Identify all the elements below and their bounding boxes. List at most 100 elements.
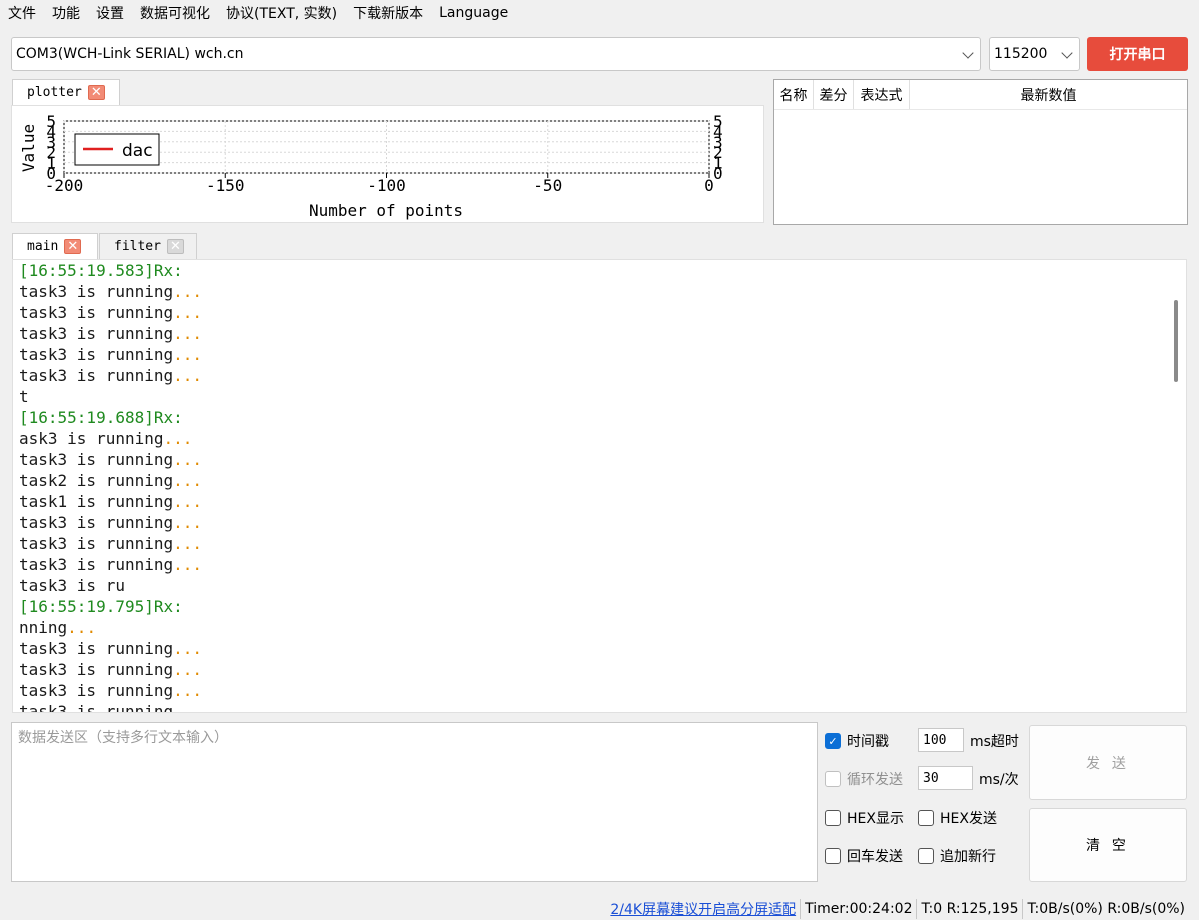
log-ellipsis: ... — [173, 450, 203, 469]
log-line: task3 is running... — [19, 638, 202, 659]
timeout-unit: ms超时 — [970, 734, 1019, 750]
log-ellipsis: ... — [173, 555, 203, 574]
menu-protocol[interactable]: 协议(TEXT, 实数) — [226, 3, 337, 23]
log-line: nning... — [19, 617, 202, 638]
timeout-input[interactable] — [918, 728, 964, 752]
log-line: task3 is running... — [19, 659, 202, 680]
col-latest-value[interactable]: 最新数值 — [910, 80, 1187, 109]
send-button[interactable]: 发 送 — [1029, 725, 1187, 800]
log-text: task3 is running — [19, 660, 174, 679]
port-select[interactable]: COM3(WCH-Link SERIAL) wch.cn — [11, 37, 981, 71]
crlf-send-option[interactable]: 回车发送 — [825, 846, 903, 866]
hex-show-checkbox[interactable] — [825, 810, 841, 826]
append-newline-option[interactable]: 追加新行 — [918, 846, 996, 866]
timestamp-label: 时间戳 — [847, 734, 889, 750]
crlf-send-checkbox[interactable] — [825, 848, 841, 864]
tab-plotter[interactable]: plotter ✕ — [12, 79, 120, 105]
loop-interval-input[interactable] — [918, 766, 973, 790]
open-port-button[interactable]: 打开串口 — [1087, 37, 1188, 71]
crlf-send-label: 回车发送 — [847, 849, 903, 865]
menu-language[interactable]: Language — [439, 5, 508, 21]
log-ellipsis: ... — [173, 345, 203, 364]
timestamp-checkbox[interactable]: ✓ — [825, 733, 841, 749]
log-ellipsis: ... — [173, 534, 203, 553]
log-line: task3 is running... — [19, 365, 202, 386]
log-line: task1 is running... — [19, 491, 202, 512]
variable-table[interactable]: 名称 差分 表达式 最新数值 — [773, 79, 1188, 225]
hidpi-link[interactable]: 2/4K屏幕建议开启高分屏适配 — [606, 899, 800, 919]
tab-main[interactable]: main ✕ — [12, 233, 98, 259]
col-diff[interactable]: 差分 — [814, 80, 854, 109]
rates-readout: T:0B/s(0%) R:0B/s(0%) — [1022, 898, 1189, 919]
baud-select[interactable]: 115200 — [989, 37, 1080, 71]
loop-unit: ms/次 — [979, 772, 1019, 788]
log-ellipsis: ... — [173, 513, 203, 532]
log-text: task2 is running — [19, 471, 174, 490]
log-ellipsis: ... — [173, 681, 203, 700]
log-text: task3 is running — [19, 450, 174, 469]
menu-function[interactable]: 功能 — [52, 3, 80, 23]
append-newline-label: 追加新行 — [940, 849, 996, 865]
close-icon[interactable]: ✕ — [64, 239, 82, 254]
log-ellipsis: ... — [173, 471, 203, 490]
tab-filter[interactable]: filter ✕ — [99, 233, 197, 259]
loop-send-checkbox[interactable] — [825, 771, 841, 787]
col-name[interactable]: 名称 — [774, 80, 814, 109]
log-line: task3 is running... — [19, 302, 202, 323]
log-text: task3 is running — [19, 324, 174, 343]
col-expression[interactable]: 表达式 — [854, 80, 910, 109]
log-line: task3 is running... — [19, 512, 202, 533]
timer-readout: Timer:00:24:02 — [800, 898, 916, 919]
log-text: task3 is running — [19, 303, 174, 322]
tab-filter-label: filter — [114, 239, 161, 254]
log-ellipsis: ... — [173, 639, 203, 658]
menu-file[interactable]: 文件 — [8, 3, 36, 23]
send-input[interactable] — [11, 722, 818, 882]
hex-send-option[interactable]: HEX发送 — [918, 808, 997, 828]
log-timestamp: [16:55:19.688]Rx: — [19, 408, 183, 427]
log-ellipsis: ... — [173, 492, 203, 511]
x-axis-label: Number of points — [309, 201, 463, 220]
x-tick-label: -150 — [206, 176, 245, 195]
menu-visualization[interactable]: 数据可视化 — [140, 3, 210, 23]
log-line: task3 is running... — [19, 533, 202, 554]
log-ellipsis: ... — [173, 324, 203, 343]
legend: dac — [74, 133, 160, 166]
close-icon[interactable]: ✕ — [166, 239, 184, 254]
plotter-panel: -200 -150 -100 -50 0 012345 012345 Number of… — [11, 105, 764, 223]
x-tick-label: -50 — [533, 176, 562, 195]
log-text: task3 is ru — [19, 576, 125, 595]
chevron-down-icon — [962, 47, 974, 59]
y-tick-label-left: 5 — [46, 112, 56, 131]
hex-send-checkbox[interactable] — [918, 810, 934, 826]
status-bar: 2/4K屏幕建议开启高分屏适配 Timer:00:24:02 T:0 R:125… — [0, 897, 1199, 920]
x-tick-label: -100 — [367, 176, 406, 195]
timestamp-option[interactable]: ✓ 时间戳 — [825, 731, 889, 751]
log-text: ask3 is running — [19, 429, 164, 448]
loop-send-label: 循环发送 — [847, 772, 903, 788]
close-icon[interactable]: ✕ — [87, 85, 105, 100]
log-line: task3 is running... — [19, 449, 202, 470]
log-line: task3 is ru — [19, 575, 202, 596]
log-text: task3 is running — [19, 345, 174, 364]
log-text: task1 is running — [19, 492, 174, 511]
log-line: task2 is running... — [19, 470, 202, 491]
clear-button[interactable]: 清 空 — [1029, 808, 1187, 882]
x-ticks: -200 -150 -100 -50 0 — [45, 173, 714, 195]
port-select-value: COM3(WCH-Link SERIAL) wch.cn — [16, 46, 244, 62]
receive-log[interactable]: [16:55:19.583]Rx: task3 is running... task… — [12, 259, 1187, 713]
scrollbar-thumb[interactable] — [1174, 300, 1178, 382]
hex-show-option[interactable]: HEX显示 — [825, 808, 904, 828]
menu-settings[interactable]: 设置 — [96, 3, 124, 23]
loop-send-option[interactable]: 循环发送 — [825, 769, 903, 789]
log-text: task3 is running — [19, 702, 174, 713]
menu-download[interactable]: 下载新版本 — [353, 3, 423, 23]
log-text: task3 is running — [19, 555, 174, 574]
log-line: [16:55:19.583]Rx: — [19, 260, 202, 281]
scrollbar[interactable] — [1164, 260, 1186, 712]
y-ticks-left: 012345 — [46, 112, 56, 183]
append-newline-checkbox[interactable] — [918, 848, 934, 864]
log-line: task3 is running... — [19, 281, 202, 302]
log-timestamp: [16:55:19.583]Rx: — [19, 261, 183, 280]
legend-label-dac: dac — [122, 141, 153, 161]
